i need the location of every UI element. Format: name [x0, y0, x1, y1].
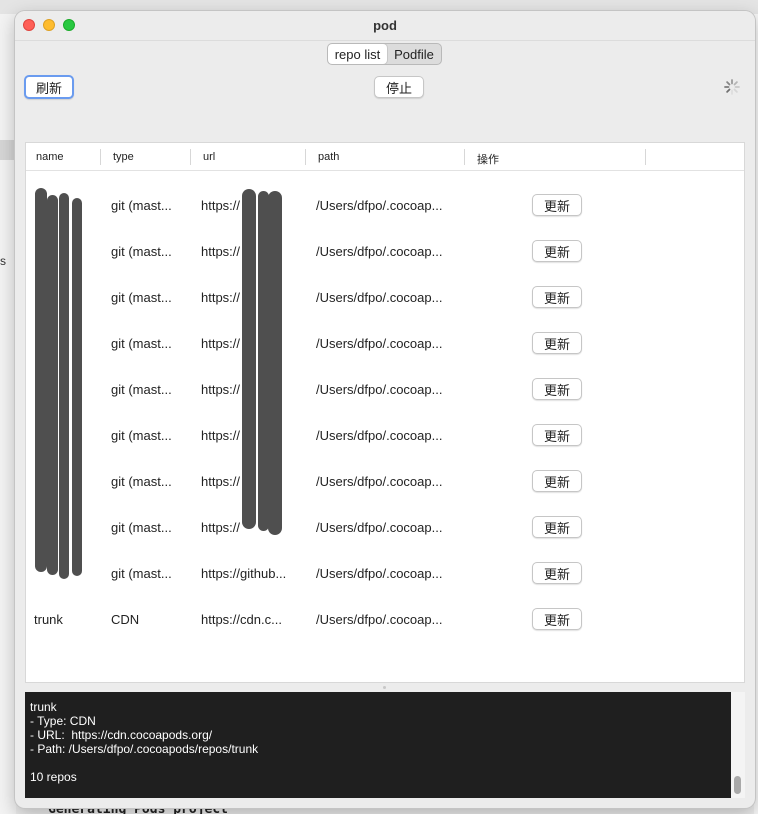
console-line: 10 repos [30, 770, 77, 784]
repo-type: git (mast... [111, 474, 172, 489]
repo-url: https:// [201, 520, 241, 535]
tab-switcher: repo list Podfile [327, 43, 442, 65]
column-divider[interactable] [100, 149, 101, 165]
repo-path: /Users/dfpo/.cocoap... [316, 566, 443, 581]
repo-path: /Users/dfpo/.cocoap... [316, 428, 443, 443]
repo-url: https:// [201, 428, 241, 443]
repo-url: https:// [201, 198, 241, 213]
repo-path: /Users/dfpo/.cocoap... [316, 336, 443, 351]
console-line: - Type: CDN [30, 714, 96, 728]
background-selection-stripe [0, 140, 14, 160]
column-header-path[interactable]: path [318, 151, 339, 163]
repo-type: git (mast... [111, 428, 172, 443]
repo-table: name type url path 操作 git (mast... https… [25, 142, 745, 683]
column-divider[interactable] [305, 149, 306, 165]
table-row[interactable]: git (mast... https:// /Users/dfpo/.cocoa… [26, 321, 744, 367]
background-window-left [0, 14, 16, 814]
repo-url: https:// [201, 382, 241, 397]
repo-type: git (mast... [111, 244, 172, 259]
column-header-action[interactable]: 操作 [477, 151, 499, 167]
repo-type: git (mast... [111, 520, 172, 535]
repo-path: /Users/dfpo/.cocoap... [316, 290, 443, 305]
table-header: name type url path 操作 [26, 143, 744, 171]
table-row[interactable]: git (mast... https:// /Users/dfpo/.cocoa… [26, 459, 744, 505]
window-title: pod [373, 18, 397, 33]
update-repo-button[interactable]: 更新 [532, 562, 582, 584]
repo-type: git (mast... [111, 198, 172, 213]
column-divider[interactable] [190, 149, 191, 165]
table-row[interactable]: trunk CDN https://cdn.c... /Users/dfpo/.… [26, 597, 744, 643]
update-repo-button[interactable]: 更新 [532, 608, 582, 630]
tab-repo-list[interactable]: repo list [328, 44, 387, 64]
repo-name: trunk [34, 612, 63, 627]
console-line: - Path: /Users/dfpo/.cocoapods/repos/tru… [30, 742, 259, 756]
repo-url: https:// [201, 474, 241, 489]
table-row[interactable]: git (mast... https:// /Users/dfpo/.cocoa… [26, 183, 744, 229]
repo-url: https:// [201, 336, 241, 351]
repo-type: git (mast... [111, 566, 172, 581]
table-row[interactable]: git (mast... https:// /Users/dfpo/.cocoa… [26, 367, 744, 413]
console-scroll-thumb[interactable] [734, 776, 741, 794]
repo-path: /Users/dfpo/.cocoap... [316, 612, 443, 627]
column-divider[interactable] [464, 149, 465, 165]
column-header-type[interactable]: type [113, 151, 134, 163]
table-row[interactable]: git (mast... https://github... /Users/df… [26, 551, 744, 597]
redaction-mark [268, 191, 282, 535]
update-repo-button[interactable]: 更新 [532, 194, 582, 216]
repo-type: git (mast... [111, 382, 172, 397]
console-output[interactable]: trunk - Type: CDN - URL: https://cdn.cocoa… [25, 692, 731, 798]
pod-window: pod repo list Podfile 刷新 停止 name type ur… [15, 11, 755, 808]
repo-type: git (mast... [111, 336, 172, 351]
loading-spinner-icon [724, 79, 740, 95]
background-text: s [0, 254, 6, 268]
column-divider[interactable] [645, 149, 646, 165]
repo-url: https://cdn.c... [201, 612, 282, 627]
repo-path: /Users/dfpo/.cocoap... [316, 244, 443, 259]
redaction-mark [47, 195, 58, 575]
update-repo-button[interactable]: 更新 [532, 378, 582, 400]
repo-path: /Users/dfpo/.cocoap... [316, 382, 443, 397]
console-scrollbar[interactable] [731, 692, 745, 798]
tab-podfile[interactable]: Podfile [387, 44, 441, 64]
update-repo-button[interactable]: 更新 [532, 470, 582, 492]
update-repo-button[interactable]: 更新 [532, 516, 582, 538]
update-repo-button[interactable]: 更新 [532, 332, 582, 354]
console-line: - URL: https://cdn.cocoapods.org/ [30, 728, 213, 742]
title-bar[interactable]: pod [15, 11, 755, 41]
stop-button[interactable]: 停止 [374, 76, 424, 98]
console-line: trunk [30, 700, 57, 714]
redaction-mark [72, 198, 82, 576]
redaction-mark [35, 188, 47, 572]
redaction-mark [59, 193, 69, 579]
update-repo-button[interactable]: 更新 [532, 424, 582, 446]
repo-url: https:// [201, 290, 241, 305]
repo-url: https:// [201, 244, 241, 259]
table-row[interactable]: git (mast... https:// /Users/dfpo/.cocoa… [26, 229, 744, 275]
column-header-url[interactable]: url [203, 151, 215, 163]
table-row[interactable]: git (mast... https:// /Users/dfpo/.cocoa… [26, 413, 744, 459]
split-view-handle[interactable] [383, 686, 386, 689]
update-repo-button[interactable]: 更新 [532, 286, 582, 308]
update-repo-button[interactable]: 更新 [532, 240, 582, 262]
redaction-mark [242, 189, 256, 529]
repo-path: /Users/dfpo/.cocoap... [316, 520, 443, 535]
table-row[interactable]: git (mast... https:// /Users/dfpo/.cocoa… [26, 505, 744, 551]
repo-type: git (mast... [111, 290, 172, 305]
refresh-button[interactable]: 刷新 [24, 75, 74, 99]
repo-path: /Users/dfpo/.cocoap... [316, 198, 443, 213]
repo-url: https://github... [201, 566, 287, 581]
column-header-name[interactable]: name [36, 151, 64, 163]
repo-path: /Users/dfpo/.cocoap... [316, 474, 443, 489]
repo-type: CDN [111, 612, 140, 627]
table-row[interactable]: git (mast... https:// /Users/dfpo/.cocoa… [26, 275, 744, 321]
